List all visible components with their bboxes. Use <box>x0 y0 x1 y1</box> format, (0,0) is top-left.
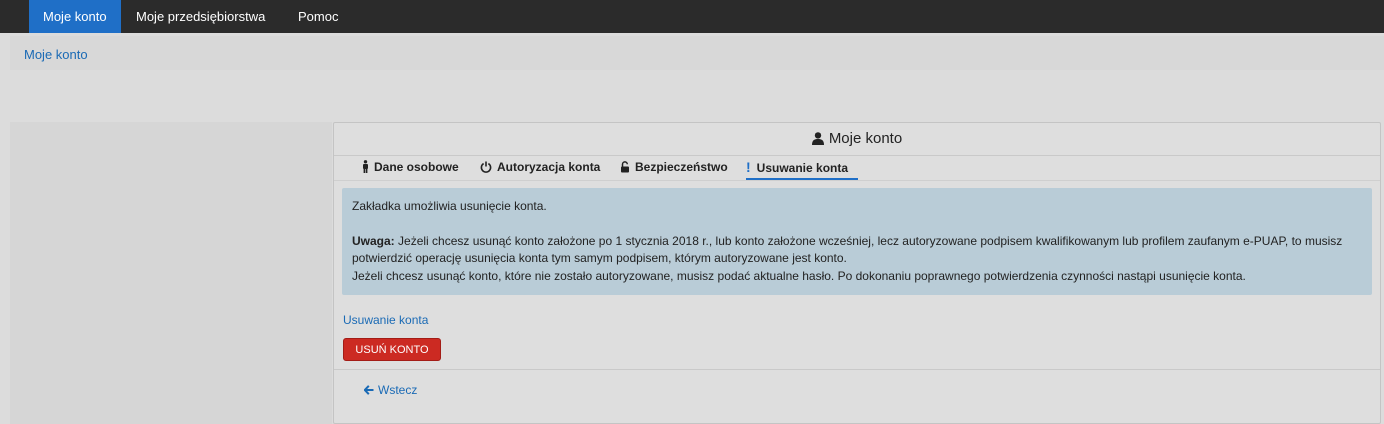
divider <box>334 369 1380 370</box>
back-link-label: Wstecz <box>378 383 418 397</box>
tab-label: Dane osobowe <box>374 160 459 174</box>
arrow-left-icon <box>363 385 374 395</box>
exclamation-icon: ! <box>746 159 751 175</box>
panel-header: Moje konto <box>334 123 1380 156</box>
alert-warning: Uwaga: Jeżeli chcesz usunąć konto założo… <box>352 233 1367 267</box>
sidebar-panel <box>10 122 332 424</box>
nav-item-moje-przedsiebiorstwa[interactable]: Moje przedsiębiorstwa <box>122 0 279 33</box>
unlock-icon <box>621 161 629 173</box>
back-link[interactable]: Wstecz <box>363 383 418 397</box>
warning-label: Uwaga: <box>352 234 395 248</box>
breadcrumb-item-moje-konto[interactable]: Moje konto <box>24 47 88 62</box>
tab-label: Usuwanie konta <box>756 161 849 175</box>
tab-bezpieczenstwo[interactable]: Bezpieczeństwo <box>620 156 728 178</box>
warning-text: Jeżeli chcesz usunąć konto założone po 1… <box>352 234 1343 265</box>
delete-account-button[interactable]: USUŃ KONTO <box>343 338 441 361</box>
nav-item-pomoc[interactable]: Pomoc <box>284 0 352 33</box>
person-icon <box>363 160 368 173</box>
user-icon <box>811 132 824 145</box>
account-panel: Moje konto Dane osobowe Autoryzacja kont… <box>333 122 1381 424</box>
tab-bar: Dane osobowe Autoryzacja konta Bezpiecze… <box>334 156 1380 181</box>
top-navbar: Moje konto Moje przedsiębiorstwa Pomoc <box>0 0 1384 33</box>
tab-usuwanie-konta[interactable]: ! Usuwanie konta <box>746 156 858 180</box>
panel-title: Moje konto <box>828 130 903 147</box>
breadcrumb: Moje konto <box>10 36 1384 70</box>
power-icon <box>480 161 492 173</box>
nav-item-moje-konto[interactable]: Moje konto <box>29 0 121 33</box>
tab-autoryzacja-konta[interactable]: Autoryzacja konta <box>480 156 600 178</box>
alert-intro: Zakładka umożliwia usunięcie konta. <box>352 199 547 213</box>
tab-dane-osobowe[interactable]: Dane osobowe <box>362 156 459 178</box>
tab-label: Bezpieczeństwo <box>635 160 728 174</box>
section-link-usuwanie-konta[interactable]: Usuwanie konta <box>343 313 428 327</box>
info-alert: Zakładka umożliwia usunięcie konta. Uwag… <box>342 188 1372 295</box>
tab-label: Autoryzacja konta <box>497 160 601 174</box>
alert-note: Jeżeli chcesz usunąć konto, które nie zo… <box>352 269 1246 283</box>
